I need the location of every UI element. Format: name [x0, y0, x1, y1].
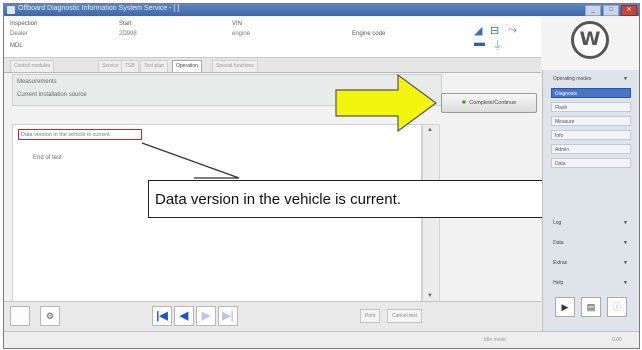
tab-test-plan[interactable]: Test plan: [140, 60, 169, 72]
field-value: Dealer: [10, 31, 28, 37]
field-value: engine: [232, 31, 251, 37]
tab-control-modules[interactable]: Control modules: [10, 60, 55, 72]
field-label: MDL: [10, 43, 23, 49]
chevron-down-icon[interactable]: ▼: [623, 238, 628, 248]
app-window: Offboard Diagnostic Information System S…: [3, 3, 640, 349]
title-bar: Offboard Diagnostic Information System S…: [4, 4, 639, 16]
continue-label: Complete/Continue: [469, 100, 517, 106]
callout-box: Data version in the vehicle is current.: [148, 180, 562, 218]
app-icon: [7, 6, 15, 14]
field-label: Engine code: [352, 31, 386, 37]
link-icon: ⤳: [508, 24, 517, 36]
status-bar: Idle mode 0.00: [4, 331, 639, 348]
scroll-up-icon[interactable]: ▲: [427, 127, 433, 133]
scroll-down-icon[interactable]: ▼: [427, 293, 433, 299]
chevron-down-icon[interactable]: ▼: [623, 258, 628, 268]
first-page-icon[interactable]: |◀: [152, 306, 172, 326]
tab-operation[interactable]: Operation: [172, 60, 202, 72]
status-value: 0.00: [612, 337, 622, 343]
field-label: VIN: [232, 21, 243, 27]
operating-modes-sidebar: Operating modes ▼ Diagnosis Flash Measure…: [542, 70, 639, 331]
tab-bar: Control modules Service TSB Test plan Op…: [4, 58, 541, 73]
usb-icon: ⏚: [492, 40, 503, 52]
tools-icon[interactable]: ⚙: [40, 306, 60, 326]
sidebar-tools: ▶ ▤ ⓘ: [555, 297, 627, 317]
previous-page-icon[interactable]: ◀: [174, 306, 194, 326]
sidebar-item-flash[interactable]: Flash: [551, 102, 631, 112]
panel-header: Measurements Current installation source: [12, 74, 442, 106]
panel-subtitle: Current installation source: [17, 92, 87, 98]
tab-service[interactable]: Service: [98, 60, 123, 72]
section-label: Extras: [553, 260, 568, 266]
battery-icon: ▬: [474, 37, 485, 49]
panel-title: Measurements: [17, 79, 57, 85]
vehicle-icon: ⊟: [490, 25, 500, 37]
tab-tsb[interactable]: TSB: [121, 60, 139, 72]
sidebar-section-data[interactable]: Data ▼: [551, 238, 631, 248]
info-icon[interactable]: ⓘ: [607, 297, 627, 317]
sidebar-section-help[interactable]: Help ▼: [551, 278, 631, 288]
bottom-toolbar: ⚙ |◀ ◀ ▶ ▶| Print Cancel test: [4, 301, 541, 332]
cancel-test-button[interactable]: Cancel test: [387, 309, 423, 323]
sidebar-item-diagnosis[interactable]: Diagnosis: [551, 88, 631, 98]
sidebar-item-admin[interactable]: Admin: [551, 144, 631, 154]
sidebar-item-data[interactable]: Data: [551, 158, 631, 168]
star-icon: ✱: [461, 100, 467, 106]
list-icon[interactable]: ▤: [581, 297, 601, 317]
end-of-test-text: End of test: [33, 155, 62, 161]
close-button[interactable]: ✕: [621, 5, 637, 16]
sidebar-item-info[interactable]: Info: [551, 130, 631, 140]
sidebar-header: Operating modes ▼: [551, 74, 631, 84]
field-label: Start: [119, 21, 132, 27]
section-label: Log: [553, 220, 562, 226]
sidebar-section-extras[interactable]: Extras ▼: [551, 258, 631, 268]
highlighted-result-line: Data version in the vehicle is current.: [18, 129, 142, 140]
blank-nav-button[interactable]: [10, 306, 30, 326]
vehicle-info-panel: Inspection Dealer MDL Start 2D998 VIN en…: [4, 17, 541, 58]
status-mode: Idle mode: [484, 337, 506, 343]
last-page-icon[interactable]: ▶|: [218, 306, 238, 326]
forward-icon[interactable]: ▶: [555, 297, 575, 317]
sidebar-section-log[interactable]: Log ▼: [551, 218, 631, 228]
chevron-down-icon[interactable]: ▼: [623, 74, 628, 84]
sidebar-header-label: Operating modes: [553, 76, 592, 82]
signal-icon: ◢: [474, 25, 483, 37]
brand-area: W: [542, 17, 639, 69]
section-label: Data: [553, 240, 564, 246]
chevron-down-icon[interactable]: ▼: [623, 278, 628, 288]
chevron-down-icon[interactable]: ▼: [623, 218, 628, 228]
complete-continue-button[interactable]: ✱ Complete/Continue: [441, 93, 537, 113]
minimize-button[interactable]: _: [585, 5, 601, 16]
field-value: 2D998: [119, 31, 137, 37]
print-button[interactable]: Print: [360, 309, 381, 323]
next-page-icon[interactable]: ▶: [196, 306, 216, 326]
tab-special-functions[interactable]: Special functions: [212, 60, 258, 72]
sidebar-item-measure[interactable]: Measure: [551, 116, 631, 126]
window-title: Offboard Diagnostic Information System S…: [18, 5, 180, 12]
section-label: Help: [553, 280, 564, 286]
window-controls: _ □ ✕: [585, 5, 637, 16]
maximize-button[interactable]: □: [603, 5, 619, 16]
vw-logo-icon: W: [571, 21, 609, 59]
field-label: Inspection: [10, 21, 38, 27]
connection-status: ◢ ⊟ ⤳ ▬ ⏚: [474, 24, 534, 52]
